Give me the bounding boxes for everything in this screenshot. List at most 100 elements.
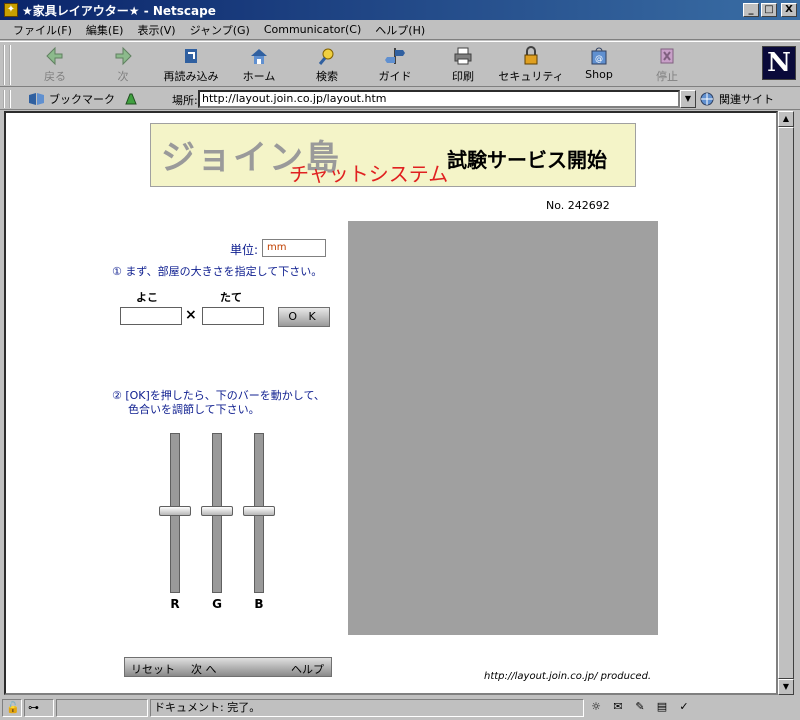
height-input[interactable]: [202, 307, 264, 325]
search-button[interactable]: 検索: [294, 46, 360, 84]
status-bar: 🔓 ⊶ ドキュメント: 完了。 ☼ ✉ ✎ ▤ ✓: [0, 697, 800, 720]
status-text: ドキュメント: 完了。: [150, 699, 584, 717]
progress-panel: [56, 699, 148, 717]
security-button[interactable]: セキュリティ: [498, 46, 564, 84]
shop-label: Shop: [585, 68, 613, 81]
guide-button[interactable]: ガイド: [362, 46, 428, 84]
related-sites-button[interactable]: 関連サイト: [700, 91, 774, 107]
security-label: セキュリティ: [498, 70, 564, 83]
page-proxy-icon[interactable]: [124, 92, 138, 106]
netscape-logo[interactable]: N: [762, 46, 796, 80]
reload-button[interactable]: 再読み込み: [158, 46, 224, 84]
search-label: 検索: [316, 70, 338, 83]
print-button[interactable]: 印刷: [430, 46, 496, 84]
bookmark-icon: [29, 93, 44, 105]
security-status-icon[interactable]: 🔓: [2, 699, 22, 717]
menu-help[interactable]: ヘルプ(H): [368, 22, 432, 38]
credit-link[interactable]: http://layout.join.co.jp/ produced.: [484, 671, 651, 682]
width-input[interactable]: [120, 307, 182, 325]
window-controls: _ □ X: [743, 3, 797, 17]
bottom-button-bar: リセット 次 へ ヘルプ: [124, 657, 332, 677]
reload-label: 再読み込み: [163, 70, 219, 83]
menu-file[interactable]: ファイル(F): [6, 22, 79, 38]
back-label: 戻る: [44, 70, 66, 83]
green-slider-knob[interactable]: [201, 506, 233, 516]
forward-button[interactable]: 次: [90, 46, 156, 84]
composer-icon[interactable]: ▤: [654, 700, 670, 714]
blue-slider-label: B: [254, 597, 264, 611]
aim-icon[interactable]: ✓: [676, 700, 692, 714]
width-label: よこ: [136, 291, 158, 304]
step2-instruction-line2: 色合いを調節して下さい。: [128, 403, 260, 416]
url-dropdown-button[interactable]: ▼: [680, 90, 696, 108]
ok-button[interactable]: O K: [278, 307, 330, 327]
back-arrow-icon: [46, 46, 63, 66]
bookmarks-label: ブックマーク: [49, 93, 115, 106]
location-bar: ブックマーク 場所: http://layout.join.co.jp/layo…: [0, 88, 800, 110]
forward-arrow-icon: [115, 46, 132, 66]
location-label: 場所:: [172, 94, 198, 107]
visitor-counter: No. 242692: [546, 199, 610, 212]
maximize-button[interactable]: □: [761, 3, 777, 17]
svg-text:@: @: [595, 54, 603, 63]
guide-label: ガイド: [378, 70, 412, 83]
url-input[interactable]: http://layout.join.co.jp/layout.htm: [198, 90, 680, 108]
help-button[interactable]: ヘルプ: [291, 661, 324, 677]
back-button[interactable]: 戻る: [22, 46, 88, 84]
menu-edit[interactable]: 編集(E): [79, 22, 131, 38]
green-slider-label: G: [212, 597, 222, 611]
vertical-scrollbar[interactable]: ▲ ▼: [778, 111, 794, 695]
layout-canvas[interactable]: [348, 221, 658, 635]
scroll-thumb[interactable]: [778, 127, 794, 679]
site-banner[interactable]: ジョイン島 チャットシステム 試験サービス開始: [150, 123, 636, 187]
netscape-app-icon[interactable]: ✦: [4, 3, 18, 17]
step1-instruction: ① まず、部屋の大きさを指定して下さい。: [112, 265, 323, 278]
unit-select[interactable]: mm: [262, 239, 326, 257]
toolbar-grip[interactable]: [3, 45, 11, 85]
bookmarks-button[interactable]: ブックマーク: [28, 91, 115, 107]
forward-label: 次: [117, 70, 129, 83]
mail-icon[interactable]: ✉: [610, 700, 626, 714]
lock-icon: [524, 46, 538, 65]
stop-label: 停止: [656, 70, 678, 83]
shop-icon: @: [591, 47, 607, 65]
menu-communicator[interactable]: Communicator(C): [257, 23, 368, 36]
location-grip[interactable]: [3, 90, 11, 108]
stop-button[interactable]: 停止: [634, 46, 700, 84]
multiply-sign: ×: [185, 307, 197, 323]
next-button[interactable]: 次 へ: [191, 661, 217, 677]
reset-button[interactable]: リセット: [131, 661, 175, 677]
home-label: ホーム: [242, 70, 276, 83]
menu-go[interactable]: ジャンプ(G): [183, 22, 257, 38]
search-icon: [318, 48, 334, 65]
print-label: 印刷: [452, 70, 474, 83]
red-slider-label: R: [170, 597, 180, 611]
close-button[interactable]: X: [781, 3, 797, 17]
discussion-icon[interactable]: ✎: [632, 700, 648, 714]
menu-view[interactable]: 表示(V): [130, 22, 182, 38]
home-button[interactable]: ホーム: [226, 46, 292, 84]
guide-icon: [385, 48, 405, 64]
scroll-down-button[interactable]: ▼: [778, 679, 794, 695]
shop-button[interactable]: @ Shop: [566, 46, 632, 84]
navigator-icon[interactable]: ☼: [588, 700, 604, 714]
related-sites-icon: [700, 92, 714, 106]
page-viewport: ジョイン島 チャットシステム 試験サービス開始 No. 242692 単位: m…: [4, 111, 778, 695]
title-bar: ✦ ★家具レイアウター★ - Netscape _ □ X: [0, 0, 800, 20]
reload-icon: [185, 49, 197, 63]
component-bar: ☼ ✉ ✎ ▤ ✓: [588, 700, 692, 714]
banner-subtitle: チャットシステム: [289, 162, 449, 186]
blue-slider-knob[interactable]: [243, 506, 275, 516]
print-icon: [454, 47, 472, 65]
step2-instruction: ② [OK]を押したら、下のバーを動かして、: [112, 389, 325, 402]
banner-tagline: 試験サービス開始: [447, 148, 607, 172]
navigation-toolbar: 戻る 次 再読み込み ホーム 検索 ガイド 印刷 セキュリティ @ Shop 停…: [0, 41, 800, 87]
menu-bar: ファイル(F) 編集(E) 表示(V) ジャンプ(G) Communicator…: [0, 20, 800, 40]
related-sites-label: 関連サイト: [719, 93, 774, 106]
window-title: ★家具レイアウター★ - Netscape: [22, 3, 216, 18]
minimize-button[interactable]: _: [743, 3, 759, 17]
home-icon: [251, 49, 267, 64]
unit-label: 単位:: [230, 243, 259, 257]
red-slider-knob[interactable]: [159, 506, 191, 516]
scroll-up-button[interactable]: ▲: [778, 111, 794, 127]
